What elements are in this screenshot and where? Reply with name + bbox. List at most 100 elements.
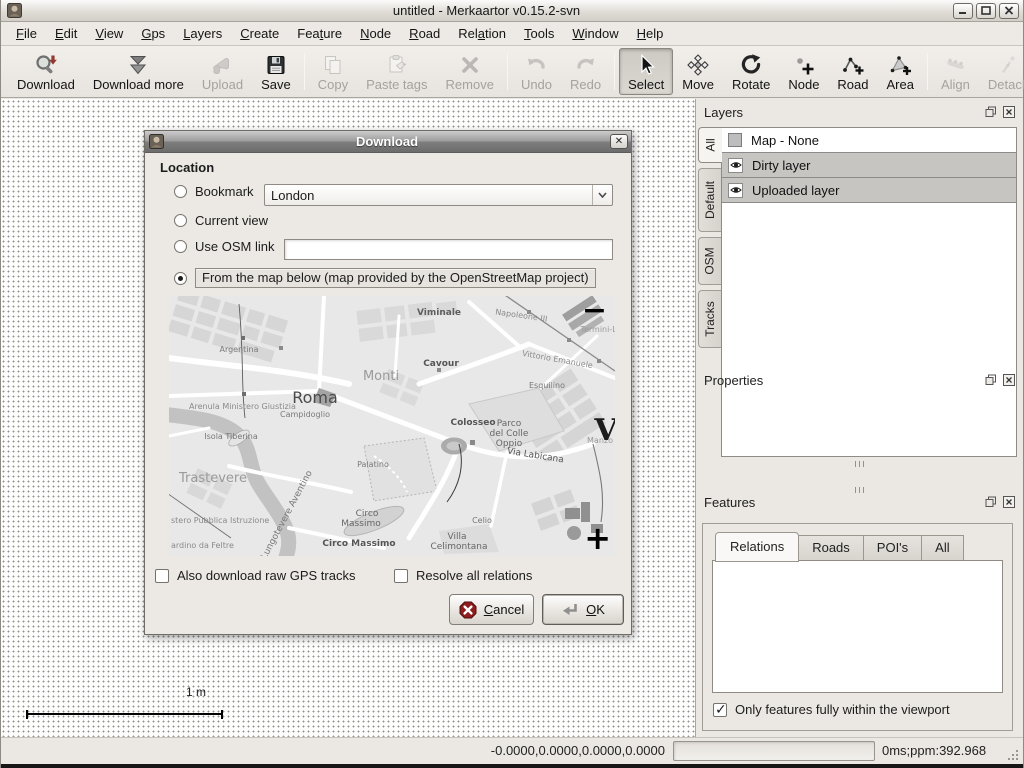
menu-item-view[interactable]: View [86, 23, 132, 44]
dialog-map[interactable]: ViminaleNapoleone IIITermini-LaArgentina… [169, 296, 615, 556]
menu-item-gps[interactable]: Gps [132, 23, 174, 44]
osm-link-input[interactable] [284, 239, 613, 260]
features-list[interactable] [712, 560, 1003, 693]
features-float-icon[interactable] [985, 496, 997, 508]
layer-swatch[interactable] [728, 133, 742, 147]
layer-row-map-none[interactable]: Map - None [722, 128, 1016, 153]
map-label: Celimontana [430, 542, 487, 552]
minimize-button[interactable] [953, 3, 973, 19]
viewport-checkbox[interactable] [713, 703, 727, 717]
properties-close-icon[interactable] [1003, 374, 1015, 386]
toolbar-button-rotate[interactable]: Rotate [723, 48, 779, 95]
menu-item-file[interactable]: File [7, 23, 46, 44]
dialog-close-button[interactable]: ✕ [610, 134, 628, 149]
ok-button[interactable]: OK [542, 594, 624, 625]
toolbar-separator [507, 53, 508, 90]
toolbar-button-download-more[interactable]: Download more [84, 48, 193, 95]
map-label: Parco [497, 419, 522, 429]
toolbar-button-paste-tags[interactable]: Paste tags [357, 48, 436, 95]
menu-item-feature[interactable]: Feature [288, 23, 351, 44]
features-close-icon[interactable] [1003, 496, 1015, 508]
layer-label: Dirty layer [752, 158, 811, 173]
menu-item-tools[interactable]: Tools [515, 23, 563, 44]
toolbar-button-label: Area [887, 77, 914, 92]
toolbar-separator [614, 53, 615, 90]
osm-link-label: Use OSM link [195, 239, 274, 254]
map-label: Argentina [219, 345, 258, 354]
layers-tab-all[interactable]: All [698, 127, 722, 163]
toolbar-button-node[interactable]: Node [779, 48, 828, 95]
toolbar: DownloadDownload moreUpload Save CopyPaste… [1, 46, 1023, 98]
toolbar-button-upload[interactable]: Upload [193, 48, 252, 95]
eye-icon[interactable] [728, 158, 743, 173]
toolbar-button-copy[interactable]: Copy [309, 48, 357, 95]
layers-tab-default[interactable]: Default [698, 168, 721, 232]
ok-icon [561, 601, 579, 619]
toolbar-button-align[interactable]: Align [932, 48, 979, 95]
menu-item-edit[interactable]: Edit [46, 23, 86, 44]
menu-item-layers[interactable]: Layers [174, 23, 231, 44]
dialog-title: Download [164, 134, 610, 149]
layers-close-icon[interactable] [1003, 106, 1015, 118]
features-tab-poi-s[interactable]: POI's [864, 535, 922, 561]
splitter-handle[interactable] [696, 461, 1023, 467]
resize-grip[interactable] [1008, 750, 1020, 762]
maximize-button[interactable] [976, 3, 996, 19]
layers-tab-tracks[interactable]: Tracks [698, 290, 721, 348]
properties-panel-title: Properties [704, 373, 763, 388]
resolve-relations-label: Resolve all relations [416, 568, 532, 583]
menu-item-help[interactable]: Help [628, 23, 673, 44]
toolbar-button-road[interactable]: Road [828, 48, 877, 95]
toolbar-separator [927, 53, 928, 90]
road-icon [841, 52, 865, 78]
resolve-relations-checkbox[interactable] [394, 569, 408, 583]
layers-tab-label: All [704, 138, 718, 151]
features-tab-all[interactable]: All [922, 535, 963, 561]
menu-item-window[interactable]: Window [563, 23, 627, 44]
map-label: Arenula Ministero Giustizia [189, 402, 296, 411]
cancel-icon [459, 601, 477, 619]
menu-item-relation[interactable]: Relation [449, 23, 515, 44]
eye-icon[interactable] [728, 183, 743, 198]
layers-float-icon[interactable] [985, 106, 997, 118]
toolbar-button-label: Select [628, 77, 664, 92]
osm-link-radio[interactable] [174, 240, 187, 253]
layers-tab-osm[interactable]: OSM [698, 237, 721, 285]
chevron-down-icon [592, 185, 612, 205]
map-zoom-out-button[interactable]: − [582, 296, 607, 326]
dialog-icon [149, 134, 164, 149]
menu-item-road[interactable]: Road [400, 23, 449, 44]
current-view-label: Current view [195, 213, 268, 228]
current-view-radio[interactable] [174, 214, 187, 227]
close-button[interactable] [999, 3, 1019, 19]
toolbar-button-label: Save [261, 77, 291, 92]
menu-item-node[interactable]: Node [351, 23, 400, 44]
map-label: Viminale [417, 308, 461, 318]
layer-row-dirty-layer[interactable]: Dirty layer [722, 153, 1016, 178]
from-map-radio[interactable] [174, 272, 187, 285]
properties-float-icon[interactable] [985, 374, 997, 386]
toolbar-button-select[interactable]: Select [619, 48, 673, 95]
toolbar-button-download[interactable]: Download [8, 48, 84, 95]
splitter-handle[interactable] [696, 487, 1023, 493]
toolbar-button-undo[interactable]: Undo [512, 48, 561, 95]
toolbar-button-redo[interactable]: Redo [561, 48, 610, 95]
area-icon [888, 52, 912, 78]
map-label: Palatino [357, 460, 389, 469]
layer-row-uploaded-layer[interactable]: Uploaded layer [722, 178, 1016, 203]
menu-item-create[interactable]: Create [231, 23, 288, 44]
toolbar-button-move[interactable]: Move [673, 48, 723, 95]
gps-tracks-checkbox[interactable] [155, 569, 169, 583]
features-tab-roads[interactable]: Roads [799, 535, 864, 561]
toolbar-button-save[interactable]: Save [252, 48, 300, 95]
toolbar-button-area[interactable]: Area [878, 48, 923, 95]
bookmark-radio[interactable] [174, 185, 187, 198]
cancel-button[interactable]: Cancel [449, 594, 534, 625]
features-tab-relations[interactable]: Relations [715, 532, 799, 562]
map-zoom-in-button[interactable]: + [584, 522, 611, 554]
toolbar-button-detach[interactable]: Detach [979, 48, 1024, 95]
copy-icon [321, 52, 345, 78]
bookmark-combobox[interactable]: London [264, 184, 613, 206]
detach-icon [996, 52, 1020, 78]
toolbar-button-remove[interactable]: Remove [437, 48, 503, 95]
